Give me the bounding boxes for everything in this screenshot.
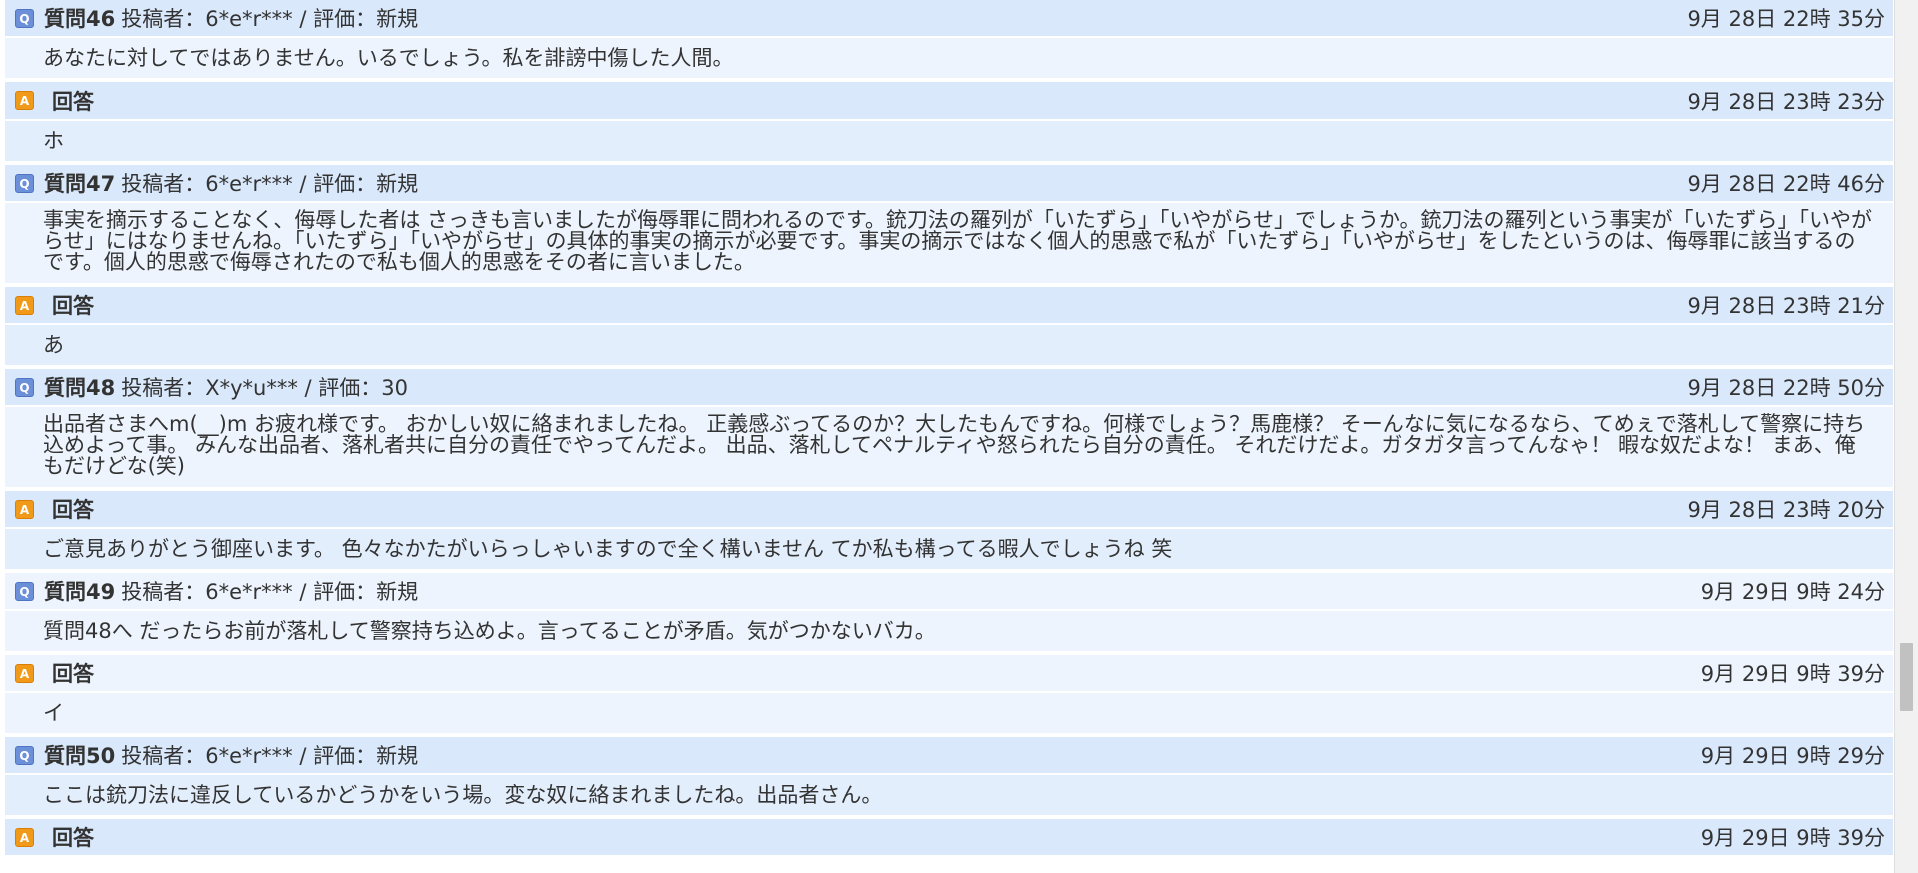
qa-viewport: Q 質問46 投稿者：6*e*r*** / 評価：新規 9月 28日 22時 3… [0,0,1894,873]
answer-label: 回答 [52,662,94,686]
question-number: 質問47 [44,172,116,196]
answer-label: 回答 [52,294,94,318]
vertical-scrollbar[interactable] [1894,0,1918,873]
answer-date: 9月 29日 9時 39分 [1700,826,1885,850]
question-header: Q 質問48 投稿者：X*y*u*** / 評価：30 9月 28日 22時 5… [5,367,1893,407]
answer-header: A 回答 9月 29日 9時 39分 [5,653,1893,693]
question-text: 出品者さまへm(__)m お疲れ様です。 おかしい奴に絡まれましたね。 正義感ぶ… [43,412,1866,478]
answer-text: ご意見ありがとう御座います。 色々なかたがいらっしゃいますので全く構いません て… [43,536,1173,561]
answer-header: A 回答 9月 28日 23時 21分 [5,285,1893,325]
question-date: 9月 28日 22時 50分 [1687,376,1885,400]
question-meta: 投稿者：6*e*r*** / 評価：新規 [121,7,419,31]
question-text: 事実を摘示することなく、侮辱した者は さっきも言いましたが侮辱罪に問われるのです… [43,208,1873,274]
question-body: 出品者さまへm(__)m お疲れ様です。 おかしい奴に絡まれましたね。 正義感ぶ… [5,407,1893,489]
question-date: 9月 28日 22時 46分 [1687,172,1885,196]
scrollbar-thumb[interactable] [1900,643,1913,711]
answer-header: A 回答 9月 28日 23時 23分 [5,80,1893,121]
answer-body: イ [5,693,1893,735]
question-header: Q 質問47 投稿者：6*e*r*** / 評価：新規 9月 28日 22時 4… [5,163,1893,203]
question-meta: 投稿者：6*e*r*** / 評価：新規 [121,172,419,196]
answer-text: ホ [43,128,64,153]
question-body: 事実を摘示することなく、侮辱した者は さっきも言いましたが侮辱罪に問われるのです… [5,203,1893,285]
qa-list: Q 質問46 投稿者：6*e*r*** / 評価：新規 9月 28日 22時 3… [5,0,1893,857]
question-date: 9月 29日 9時 29分 [1700,744,1885,768]
question-icon: Q [15,173,34,193]
question-body: ここは銃刀法に違反しているかどうかをいう場。変な奴に絡まれましたね。出品者さん。 [5,775,1893,817]
question-icon: Q [15,581,34,601]
question-meta: 投稿者：X*y*u*** / 評価：30 [121,376,409,400]
question-number: 質問49 [44,580,116,604]
question-header: Q 質問46 投稿者：6*e*r*** / 評価：新規 9月 28日 22時 3… [5,0,1893,38]
answer-text: あ [43,332,64,357]
answer-text: イ [43,700,64,725]
answer-date: 9月 28日 23時 20分 [1687,498,1885,522]
question-body: 質問48へ だったらお前が落札して警察持ち込めよ。言ってることが矛盾。気がつかな… [5,611,1893,653]
question-header: Q 質問50 投稿者：6*e*r*** / 評価：新規 9月 29日 9時 29… [5,735,1893,775]
answer-icon: A [15,827,34,847]
question-body: あなたに対してではありません。いるでしょう。私を誹謗中傷した人間。 [5,38,1893,80]
question-number: 質問48 [44,376,116,400]
question-number: 質問46 [44,7,116,31]
question-text: ここは銃刀法に違反しているかどうかをいう場。変な奴に絡まれましたね。出品者さん。 [43,782,883,807]
answer-body: ホ [5,121,1893,163]
question-number: 質問50 [44,744,116,768]
question-text: あなたに対してではありません。いるでしょう。私を誹謗中傷した人間。 [43,45,734,70]
question-text: 質問48へ だったらお前が落札して警察持ち込めよ。言ってることが矛盾。気がつかな… [43,618,936,643]
answer-label: 回答 [52,826,94,850]
answer-label: 回答 [52,89,94,114]
question-meta: 投稿者：6*e*r*** / 評価：新規 [121,580,419,604]
question-date: 9月 29日 9時 24分 [1700,580,1885,604]
answer-icon: A [15,91,34,110]
answer-icon: A [15,295,34,315]
question-icon: Q [15,377,34,397]
answer-header: A 回答 9月 29日 9時 39分 [5,817,1893,857]
answer-icon: A [15,663,34,683]
answer-date: 9月 28日 23時 21分 [1687,294,1885,318]
answer-label: 回答 [52,498,94,522]
question-icon: Q [15,8,34,28]
answer-body: あ [5,325,1893,367]
answer-date: 9月 29日 9時 39分 [1700,662,1885,686]
question-meta: 投稿者：6*e*r*** / 評価：新規 [121,744,419,768]
question-date: 9月 28日 22時 35分 [1687,7,1885,31]
answer-header: A 回答 9月 28日 23時 20分 [5,489,1893,529]
answer-icon: A [15,499,34,519]
question-icon: Q [15,745,34,765]
question-header: Q 質問49 投稿者：6*e*r*** / 評価：新規 9月 29日 9時 24… [5,571,1893,611]
answer-body: ご意見ありがとう御座います。 色々なかたがいらっしゃいますので全く構いません て… [5,529,1893,571]
answer-date: 9月 28日 23時 23分 [1687,89,1885,114]
